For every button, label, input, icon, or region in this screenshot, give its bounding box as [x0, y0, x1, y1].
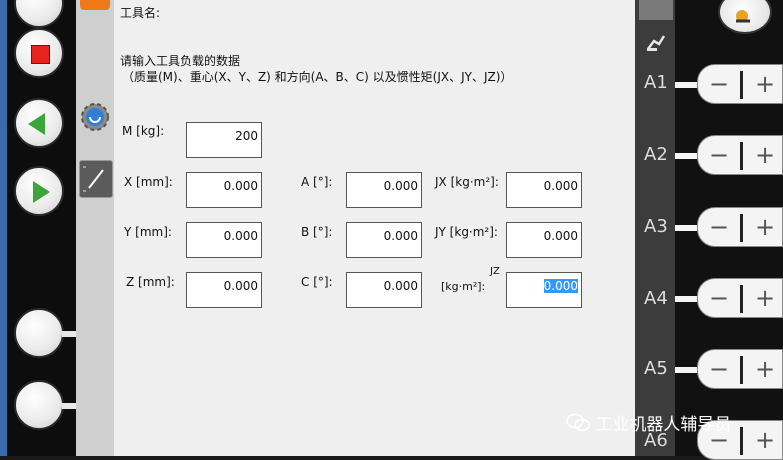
- prompt-detail: （质量(M)、重心(X、Y、Z) 和方向(A、B、C) 以及惯性矩(JX、JY、…: [122, 70, 513, 84]
- stop-icon: [31, 45, 50, 64]
- tool-gear-icon[interactable]: [79, 100, 111, 134]
- step-backward-button[interactable]: [14, 98, 64, 148]
- b-input[interactable]: 0.000: [346, 222, 422, 258]
- jog-a3-minus[interactable]: −: [708, 214, 730, 240]
- y-label: Y [mm]:: [124, 225, 172, 239]
- jog-a6-plus[interactable]: +: [754, 427, 776, 453]
- jy-input[interactable]: 0.000: [506, 222, 582, 258]
- x-label: X [mm]:: [124, 175, 173, 189]
- jog-a4-minus[interactable]: −: [708, 285, 730, 311]
- jog-a4-plus[interactable]: +: [754, 285, 776, 311]
- scroll-top-button[interactable]: [639, 0, 673, 20]
- left-blue-edge: [0, 0, 7, 456]
- blank-round-button-1[interactable]: [14, 308, 76, 358]
- b-label: B [°]:: [301, 225, 333, 239]
- watermark-text: 工业机器人辅导员: [595, 415, 732, 435]
- axis-label-a5: A5: [644, 358, 668, 379]
- active-tab-indicator[interactable]: [80, 0, 110, 10]
- watermark: 工业机器人辅导员: [566, 410, 731, 438]
- robot-small-icon[interactable]: [645, 32, 667, 52]
- clock-icon[interactable]: [79, 160, 113, 198]
- back-icon: [28, 113, 45, 135]
- c-input[interactable]: 0.000: [346, 272, 422, 308]
- jx-input[interactable]: 0.000: [506, 172, 582, 208]
- tool-name-label: 工具名:: [120, 6, 161, 20]
- jog-a1-plus[interactable]: +: [754, 71, 776, 97]
- start-forward-button[interactable]: [14, 166, 64, 216]
- axis-label-a4: A4: [644, 288, 668, 309]
- a-label: A [°]:: [301, 175, 333, 189]
- jog-a2-plus[interactable]: +: [754, 142, 776, 168]
- c-label: C [°]:: [301, 275, 333, 289]
- jog-a5: − +: [697, 349, 783, 389]
- a-input[interactable]: 0.000: [346, 172, 422, 208]
- blank-round-button-2[interactable]: [14, 380, 76, 430]
- jy-label: JY [kg·m²]:: [435, 225, 498, 239]
- jz-label-top: JZ: [490, 266, 500, 277]
- play-icon: [33, 181, 50, 203]
- stop-button[interactable]: [14, 28, 64, 78]
- jog-a1-minus[interactable]: −: [708, 71, 730, 97]
- jz-label: [kg·m²]:: [441, 280, 486, 293]
- x-input[interactable]: 0.000: [186, 172, 262, 208]
- jog-a4: − +: [697, 278, 783, 318]
- jog-a3-plus[interactable]: +: [754, 214, 776, 240]
- jog-a5-minus[interactable]: −: [708, 356, 730, 382]
- mass-label: M [kg]:: [122, 124, 165, 138]
- jog-a1: − +: [697, 64, 783, 104]
- jz-selected-value: 0.000: [543, 279, 578, 293]
- jog-a2-minus[interactable]: −: [708, 142, 730, 168]
- jz-input[interactable]: 0.000: [506, 272, 582, 308]
- tab-column: [76, 0, 114, 456]
- top-round-button[interactable]: [14, 0, 64, 28]
- z-input[interactable]: 0.000: [186, 272, 262, 308]
- axis-label-a1: A1: [644, 72, 668, 93]
- jog-a5-plus[interactable]: +: [754, 356, 776, 382]
- tool-load-data-panel: 工具名: 请输入工具负载的数据 （质量(M)、重心(X、Y、Z) 和方向(A、B…: [114, 0, 635, 456]
- axis-label-a3: A3: [644, 216, 668, 237]
- left-control-bar: [0, 0, 76, 456]
- z-label: Z [mm]:: [126, 275, 175, 289]
- jog-a2: − +: [697, 135, 783, 175]
- wechat-icon: [566, 413, 590, 438]
- y-input[interactable]: 0.000: [186, 222, 262, 258]
- prompt-title: 请输入工具负载的数据: [120, 54, 241, 68]
- mass-input[interactable]: 200: [186, 122, 262, 158]
- axis-label-a2: A2: [644, 144, 668, 165]
- jx-label: JX [kg·m²]:: [435, 175, 499, 189]
- jog-a3: − +: [697, 207, 783, 247]
